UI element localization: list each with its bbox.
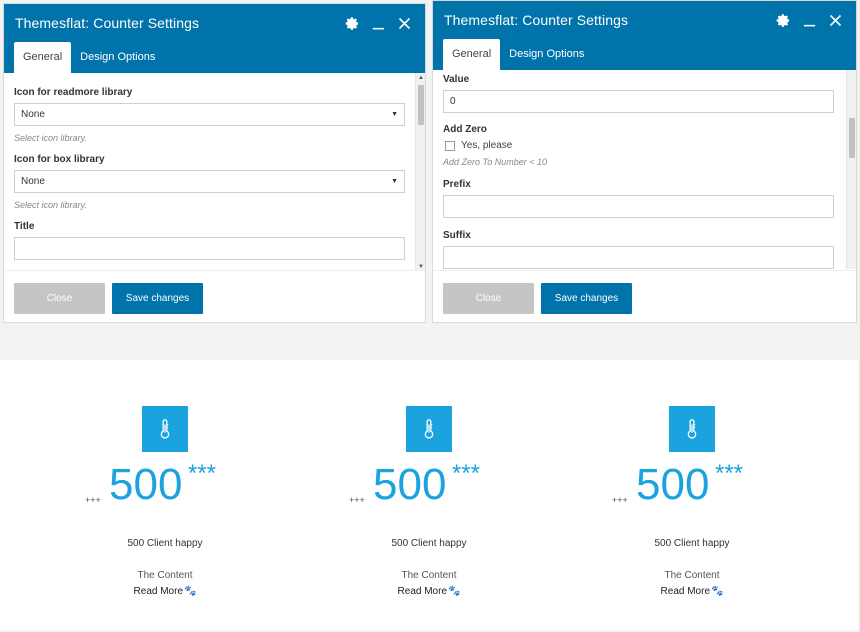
- counter-caption: 500 Client happy: [391, 538, 467, 549]
- counter-number: 500: [636, 460, 710, 509]
- save-changes-button[interactable]: Save changes: [112, 283, 203, 314]
- left-settings-dialog: Themesflat: Counter Settings General Des…: [3, 3, 426, 323]
- counter-number-row: +++ 500 ***: [339, 460, 519, 512]
- suffix-label: Suffix: [443, 230, 471, 241]
- close-button[interactable]: Close: [443, 283, 534, 314]
- counter-content: The Content: [664, 570, 720, 581]
- read-more-label: Read More: [660, 586, 710, 597]
- scroll-up-icon[interactable]: ▲: [416, 73, 425, 83]
- counter-caption: 500 Client happy: [654, 538, 730, 549]
- counter-widget: +++ 500 *** 500 Client happy The Content…: [75, 406, 255, 599]
- close-button[interactable]: Close: [14, 283, 105, 314]
- dialog-title: Themesflat: Counter Settings: [15, 15, 200, 31]
- counter-suffix: ***: [715, 460, 744, 487]
- suffix-input[interactable]: [443, 246, 834, 269]
- right-settings-dialog: Themesflat: Counter Settings General Des…: [432, 0, 857, 323]
- dialog-titlebar: Themesflat: Counter Settings General Des…: [433, 1, 856, 70]
- counter-number: 500: [109, 460, 183, 509]
- scrollbar[interactable]: [846, 70, 856, 269]
- scrollbar-thumb[interactable]: [418, 85, 424, 125]
- tab-design-options[interactable]: Design Options: [500, 39, 593, 70]
- counter-preview-section: +++ 500 *** 500 Client happy The Content…: [0, 360, 858, 630]
- counter-prefix: +++: [612, 495, 628, 505]
- box-icon-label: Icon for box library: [14, 154, 105, 165]
- thermometer-icon: [406, 406, 452, 452]
- counter-content: The Content: [137, 570, 193, 581]
- readmore-icon-label: Icon for readmore library: [14, 87, 133, 98]
- counter-widget: +++ 500 *** 500 Client happy The Content…: [602, 406, 782, 599]
- gear-icon[interactable]: [343, 14, 361, 32]
- tab-general[interactable]: General: [443, 39, 501, 70]
- counter-suffix: ***: [188, 460, 217, 487]
- add-zero-checkbox-row[interactable]: Yes, please: [445, 140, 834, 151]
- title-input[interactable]: [14, 237, 405, 260]
- minimize-icon[interactable]: [369, 14, 387, 32]
- read-more-label: Read More: [397, 586, 447, 597]
- dialog-footer: Close Save changes: [433, 270, 856, 322]
- dialog-footer: Close Save changes: [4, 270, 425, 322]
- counter-prefix: +++: [349, 495, 365, 505]
- dialog-controls: [774, 11, 844, 29]
- close-icon[interactable]: [826, 11, 844, 29]
- read-more-link[interactable]: Read More 🐾: [134, 586, 197, 597]
- counter-content: The Content: [401, 570, 457, 581]
- thermometer-icon: [669, 406, 715, 452]
- box-icon-select-value: None: [21, 176, 45, 187]
- dialog-titlebar: Themesflat: Counter Settings General Des…: [4, 4, 425, 73]
- minimize-icon[interactable]: [800, 11, 818, 29]
- chevron-down-icon: ▼: [391, 111, 398, 118]
- counter-number-row: +++ 500 ***: [75, 460, 255, 512]
- paw-icon: 🐾: [448, 586, 461, 597]
- readmore-icon-select-value: None: [21, 109, 45, 120]
- prefix-label: Prefix: [443, 179, 471, 190]
- add-zero-checkbox[interactable]: [445, 140, 455, 151]
- paw-icon: 🐾: [711, 586, 724, 597]
- tab-general[interactable]: General: [14, 42, 72, 73]
- readmore-icon-select[interactable]: None ▼: [14, 103, 405, 126]
- value-input[interactable]: 0: [443, 90, 834, 113]
- save-changes-button[interactable]: Save changes: [541, 283, 632, 314]
- thermometer-icon: [142, 406, 188, 452]
- readmore-icon-help: Select icon library.: [14, 133, 87, 143]
- add-zero-option-label: Yes, please: [461, 140, 513, 151]
- dialog-tabs: General Design Options: [14, 42, 164, 73]
- counter-widget: +++ 500 *** 500 Client happy The Content…: [339, 406, 519, 599]
- dialog-controls: [343, 14, 413, 32]
- add-zero-help: Add Zero To Number < 10: [443, 157, 547, 167]
- prefix-input[interactable]: [443, 195, 834, 218]
- scrollbar-thumb[interactable]: [849, 118, 855, 158]
- title-label: Title: [14, 221, 35, 232]
- counter-caption: 500 Client happy: [127, 538, 203, 549]
- read-more-link[interactable]: Read More 🐾: [398, 586, 461, 597]
- dialog-title: Themesflat: Counter Settings: [444, 12, 629, 28]
- value-label: Value: [443, 74, 470, 85]
- gear-icon[interactable]: [774, 11, 792, 29]
- counter-number: 500: [373, 460, 447, 509]
- counter-suffix: ***: [452, 460, 481, 487]
- dialog-body: Value 0 Add Zero Yes, please Add Zero To…: [433, 70, 856, 269]
- scrollbar[interactable]: ▲ ▼: [415, 73, 425, 272]
- box-icon-help: Select icon library.: [14, 200, 87, 210]
- read-more-link[interactable]: Read More 🐾: [661, 586, 724, 597]
- form-content: Icon for readmore library None ▼ Select …: [4, 87, 425, 260]
- counter-prefix: +++: [85, 495, 101, 505]
- form-content: Value 0 Add Zero Yes, please Add Zero To…: [433, 74, 856, 269]
- add-zero-label: Add Zero: [443, 124, 487, 135]
- close-icon[interactable]: [395, 14, 413, 32]
- dialog-tabs: General Design Options: [443, 39, 593, 70]
- read-more-label: Read More: [133, 586, 183, 597]
- chevron-down-icon: ▼: [391, 178, 398, 185]
- paw-icon: 🐾: [184, 586, 197, 597]
- box-icon-select[interactable]: None ▼: [14, 170, 405, 193]
- counter-number-row: +++ 500 ***: [602, 460, 782, 512]
- dialog-body: Icon for readmore library None ▼ Select …: [4, 73, 425, 272]
- tab-design-options[interactable]: Design Options: [71, 42, 164, 73]
- screen: Themesflat: Counter Settings General Des…: [0, 0, 860, 632]
